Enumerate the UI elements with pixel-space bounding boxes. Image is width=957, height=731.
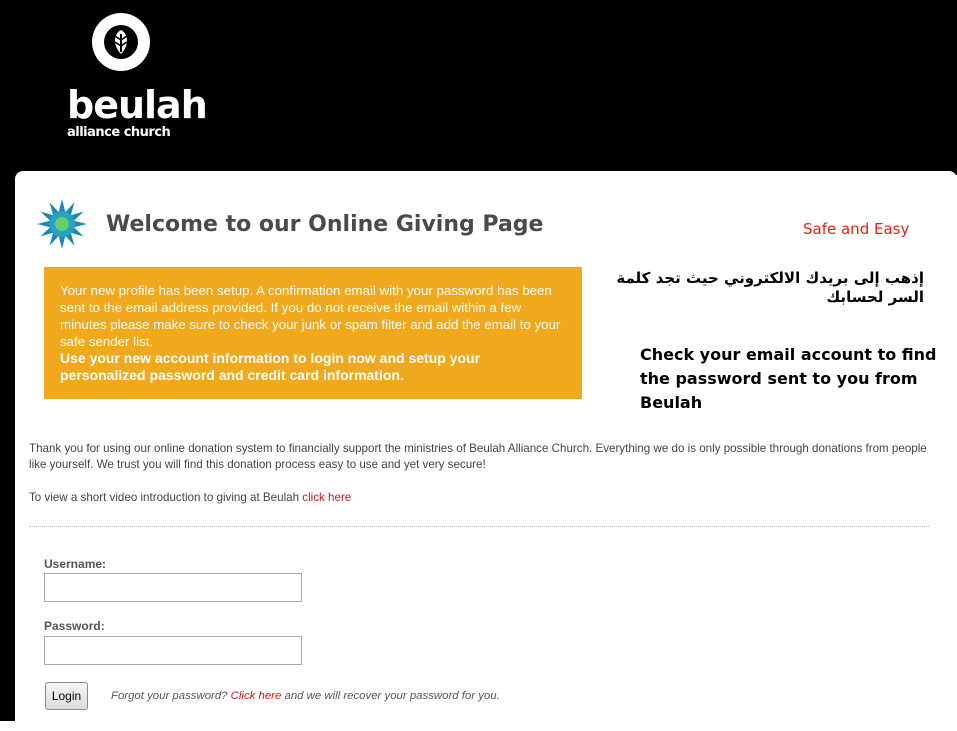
notice-box: Your new profile has been setup. A confi… — [44, 267, 582, 399]
notice-emphasis: Use your new account information to logi… — [60, 350, 481, 383]
site-header: beulah alliance church — [0, 0, 957, 175]
divider — [29, 526, 929, 527]
english-annotation: Check your email account to find the pas… — [640, 345, 937, 412]
password-input[interactable] — [44, 636, 302, 665]
username-label: Username: — [44, 557, 107, 571]
password-label: Password: — [44, 619, 105, 633]
tagline: Safe and Easy — [803, 220, 910, 238]
logo-subtitle: alliance church — [67, 125, 171, 140]
video-link[interactable]: click here — [302, 491, 351, 504]
forgot-text: Forgot your password? — [111, 690, 228, 702]
video-line: To view a short video introduction to gi… — [29, 491, 351, 504]
recover-password-link[interactable]: Click here — [231, 690, 282, 702]
notice-message: Your new profile has been setup. A confi… — [60, 283, 561, 349]
content-panel: Welcome to our Online Giving Page Safe a… — [15, 171, 957, 731]
sunburst-icon — [37, 199, 87, 249]
page-title: Welcome to our Online Giving Page — [106, 212, 544, 237]
video-text: To view a short video introduction to gi… — [29, 491, 300, 504]
forgot-text-after: and we will recover your password for yo… — [284, 690, 500, 702]
username-input[interactable] — [44, 573, 302, 602]
leaf-emblem-icon — [92, 13, 150, 71]
intro-paragraph: Thank you for using our online donation … — [29, 442, 927, 471]
forgot-password-line: Forgot your password? Click here and we … — [111, 690, 500, 702]
login-button[interactable]: Login — [45, 682, 88, 710]
arabic-annotation: إذهب إلى بريدك الالكتروني حيث تجد كلمة ا… — [616, 269, 924, 306]
logo-wordmark: beulah — [67, 83, 208, 127]
